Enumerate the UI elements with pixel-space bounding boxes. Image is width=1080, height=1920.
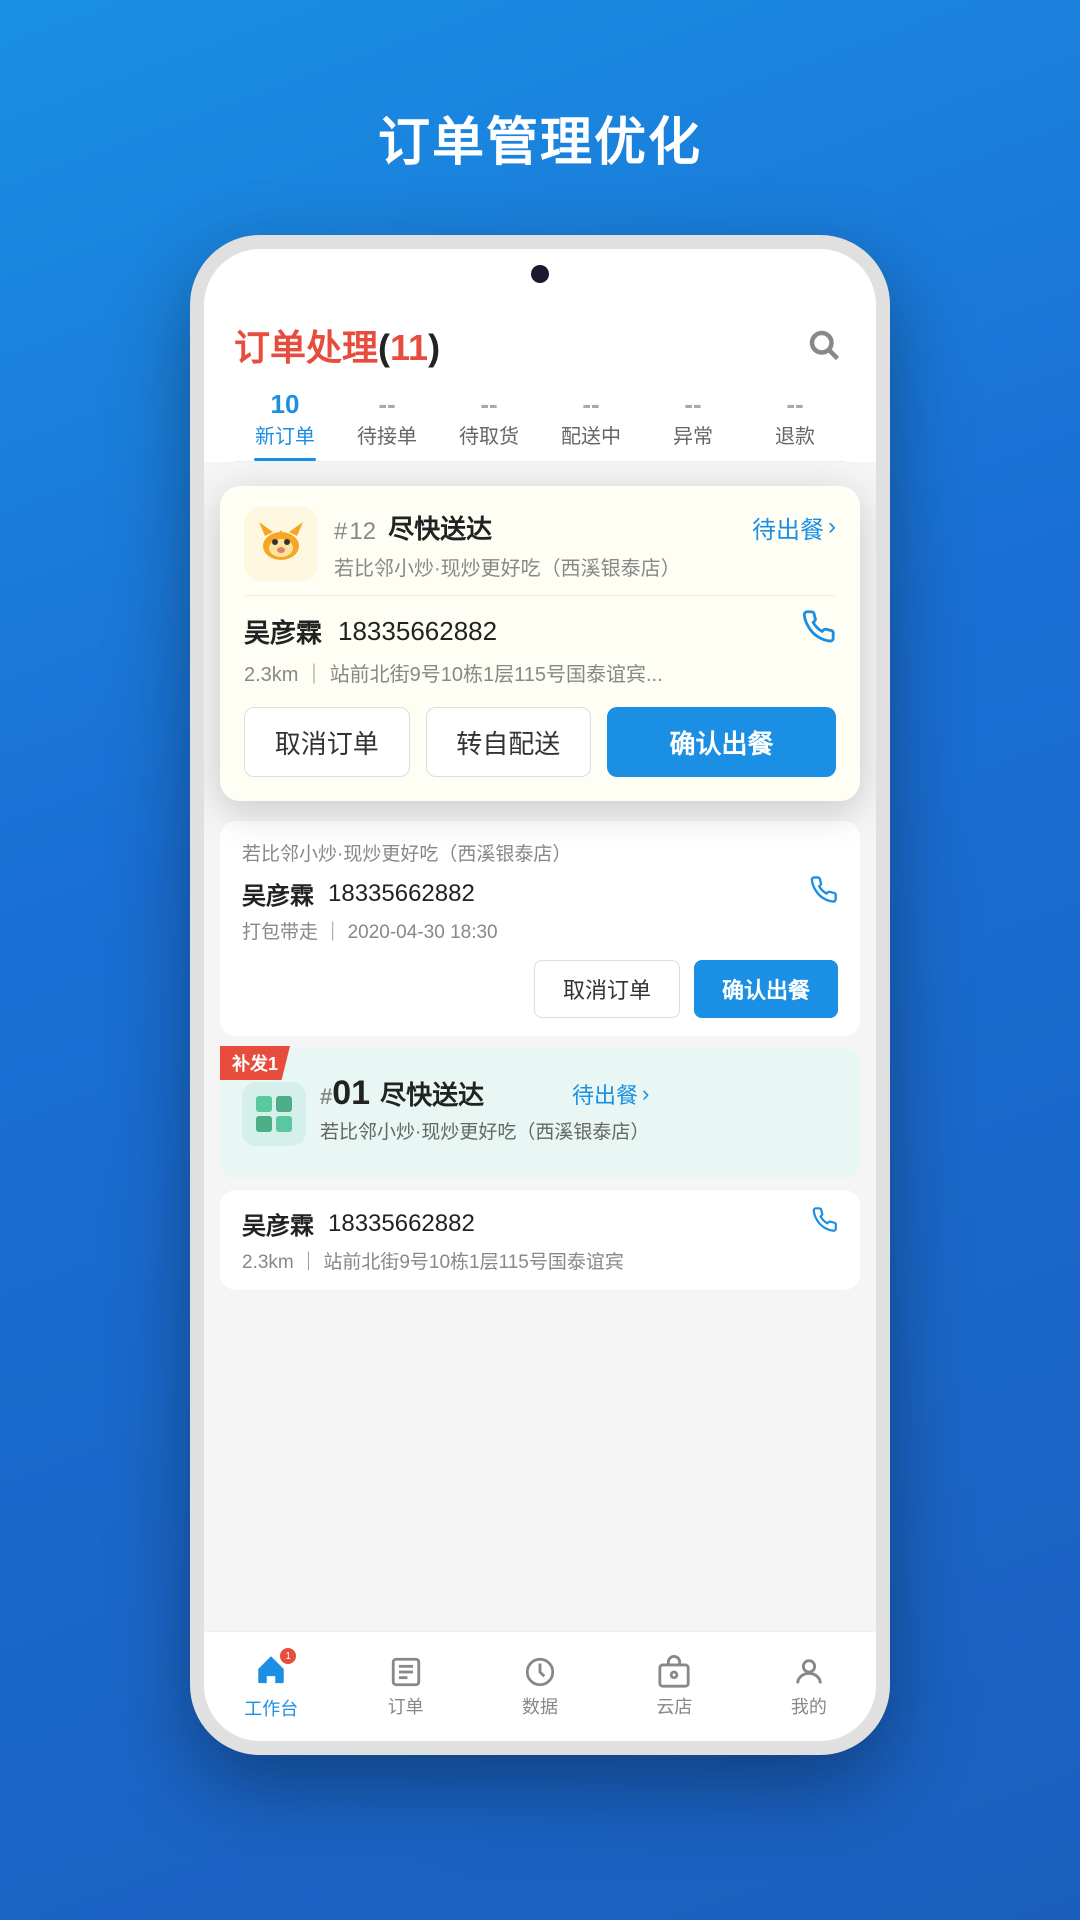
nav-label-workbench: 工作台 [244,1695,298,1721]
bottom-nav: 1 工作台 订单 数据 [204,1631,876,1741]
tab-active-indicator [254,458,315,461]
tc-restaurant-logo [242,1082,306,1146]
restaurant-name: 若比邻小炒·现炒更好吃（西溪银泰店） [334,552,836,581]
phone-mockup: 订单处理(11) 10 新订单 -- 待接单 [190,235,890,1755]
reissue-badge: 补发1 [220,1046,290,1080]
tab-delivering[interactable]: -- 配送中 [540,389,642,461]
restaurant-brand-icon [251,514,311,574]
order-info: #12 尽快送达 待出餐 › 若比邻小炒·现炒更好吃（西溪银泰店） [334,506,836,581]
fourth-order-card: 吴彦霖 18335662882 2.3km ｜ 站前北街9号10栋1层115号国… [220,1190,860,1290]
header-title: 订单处理(11) [234,319,440,371]
tab-pickup[interactable]: -- 待取货 [438,389,540,461]
nav-label-orders: 订单 [388,1693,424,1719]
order-type: 尽快送达 [388,509,492,546]
sc-phone-icon [810,876,838,904]
tab-pending[interactable]: -- 待接单 [336,389,438,461]
data-icon [523,1655,557,1689]
orders-icon [389,1655,423,1689]
call-button[interactable] [802,610,836,652]
sc-customer-name: 吴彦霖 [242,876,314,911]
tab-refund-label: 退款 [744,420,846,449]
nav-item-mine[interactable]: 我的 [742,1655,876,1719]
order-list: #12 尽快送达 待出餐 › 若比邻小炒·现炒更好吃（西溪银泰店） 吴彦霖 1 [204,462,876,1631]
tab-pickup-count: -- [438,389,540,420]
page-title: 订单管理优化 [378,100,702,175]
confirm-meal-button[interactable]: 确认出餐 [607,707,836,777]
tab-abnormal[interactable]: -- 异常 [642,389,744,461]
third-order-card: 补发1 #01 尽快送达 [220,1048,860,1178]
customer-phone: 18335662882 [338,616,497,647]
nav-item-workbench[interactable]: 1 工作台 [204,1652,338,1721]
phone-screen: 订单处理(11) 10 新订单 -- 待接单 [204,299,876,1741]
cancel-order-button[interactable]: 取消订单 [244,707,410,777]
tab-pending-label: 待接单 [336,420,438,449]
nav-label-data: 数据 [522,1693,558,1719]
tabs-row: 10 新订单 -- 待接单 -- 待取货 -- 配送中 -- [234,389,846,462]
tc-restaurant-name: 若比邻小炒·现炒更好吃（西溪银泰店） [320,1117,649,1144]
tab-new-order-label: 新订单 [234,420,336,449]
phone-icon [802,610,836,644]
tab-refund-count: -- [744,389,846,420]
search-icon [806,327,842,363]
sc-cancel-button[interactable]: 取消订单 [534,960,680,1018]
tab-abnormal-label: 异常 [642,420,744,449]
order-number: #12 [334,506,378,548]
sc-customer-phone: 18335662882 [328,880,475,908]
transfer-delivery-button[interactable]: 转自配送 [426,707,592,777]
fc-customer-phone: 18335662882 [328,1210,475,1238]
nav-item-cloud-store[interactable]: 云店 [607,1655,741,1719]
featured-order-card: #12 尽快送达 待出餐 › 若比邻小炒·现炒更好吃（西溪银泰店） 吴彦霖 1 [220,486,860,801]
nav-item-data[interactable]: 数据 [473,1655,607,1719]
second-card-restaurant: 若比邻小炒·现炒更好吃（西溪银泰店） [242,839,838,866]
fc-call-button[interactable] [812,1207,838,1240]
tc-order-type: 尽快送达 [380,1075,484,1112]
sc-call-button[interactable] [810,876,838,911]
order-count-badge: 11 [390,327,428,368]
chevron-right-icon: › [828,513,836,541]
tab-delivering-label: 配送中 [540,420,642,449]
nav-label-cloud-store: 云店 [656,1693,692,1719]
tab-delivering-count: -- [540,389,642,420]
cloud-store-icon [657,1655,691,1689]
tab-pickup-label: 待取货 [438,420,540,449]
order-status[interactable]: 待出餐 › [752,510,836,545]
card-divider-1 [244,595,836,596]
tab-refund[interactable]: -- 退款 [744,389,846,461]
fc-customer-name: 吴彦霖 [242,1206,314,1241]
phone-notch [204,249,876,299]
search-button[interactable] [802,323,846,367]
customer-name: 吴彦霖 [244,613,322,650]
tc-order-number: #01 [320,1074,370,1113]
fc-address: 2.3km ｜ 站前北街9号10栋1层115号国泰谊宾 [242,1247,838,1274]
nav-item-orders[interactable]: 订单 [338,1655,472,1719]
tab-pending-count: -- [336,389,438,420]
nav-label-mine: 我的 [791,1693,827,1719]
tc-status[interactable]: 待出餐 › [572,1078,649,1110]
tab-abnormal-count: -- [642,389,744,420]
second-order-card: 若比邻小炒·现炒更好吃（西溪银泰店） 吴彦霖 18335662882 打包带走 … [220,821,860,1036]
phone-camera [531,265,549,283]
tc-order-info: #01 尽快送达 待出餐 › 若比邻小炒·现炒更好吃（西溪银泰店） [320,1074,649,1154]
delivery-address: 2.3km ｜ 站前北街9号10栋1层115号国泰谊宾... [244,658,836,687]
tab-new-order-count: 10 [234,389,336,420]
fc-phone-icon [812,1207,838,1233]
action-buttons: 取消订单 转自配送 确认出餐 [244,707,836,777]
restaurant-logo [244,507,318,581]
sc-delivery-detail: 打包带走 ｜ 2020-04-30 18:30 [242,917,838,944]
workbench-badge: 1 [280,1648,296,1664]
tc-chevron-icon: › [642,1081,649,1107]
tab-new-order[interactable]: 10 新订单 [234,389,336,461]
app-header: 订单处理(11) 10 新订单 -- 待接单 [204,299,876,462]
sc-confirm-button[interactable]: 确认出餐 [694,960,838,1018]
profile-icon [792,1655,826,1689]
